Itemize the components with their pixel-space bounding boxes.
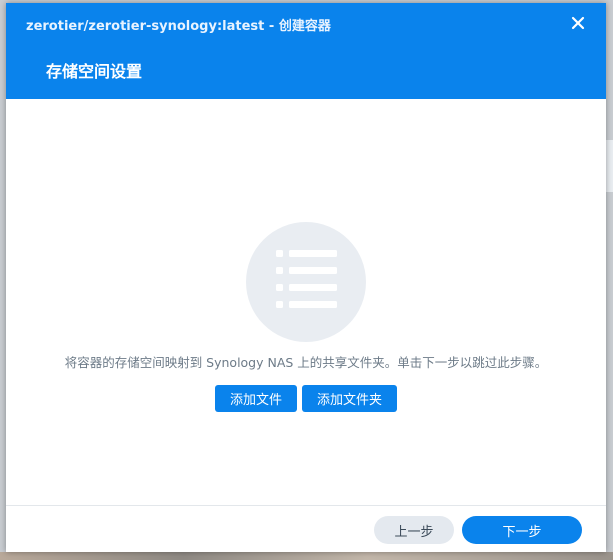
- previous-step-button[interactable]: 上一步: [374, 516, 454, 544]
- close-icon: [571, 16, 585, 30]
- create-container-dialog: zerotier/zerotier-synology:latest - 创建容器…: [6, 3, 606, 552]
- next-step-button[interactable]: 下一步: [462, 516, 582, 544]
- add-file-button[interactable]: 添加文件: [215, 385, 297, 412]
- list-icon: [246, 222, 366, 342]
- dialog-header: zerotier/zerotier-synology:latest - 创建容器…: [6, 3, 606, 99]
- step-title: 存储空间设置: [46, 62, 143, 81]
- window-title: zerotier/zerotier-synology:latest - 创建容器: [26, 19, 331, 34]
- dialog-content: 将容器的存储空间映射到 Synology NAS 上的共享文件夹。单击下一步以跳…: [6, 99, 606, 505]
- background-wallpaper: [0, 552, 613, 560]
- add-folder-button[interactable]: 添加文件夹: [302, 385, 397, 412]
- background-panel: [606, 140, 613, 192]
- dialog-footer: 上一步 下一步: [6, 505, 606, 552]
- close-button[interactable]: [568, 13, 588, 33]
- storage-description: 将容器的存储空间映射到 Synology NAS 上的共享文件夹。单击下一步以跳…: [64, 355, 548, 370]
